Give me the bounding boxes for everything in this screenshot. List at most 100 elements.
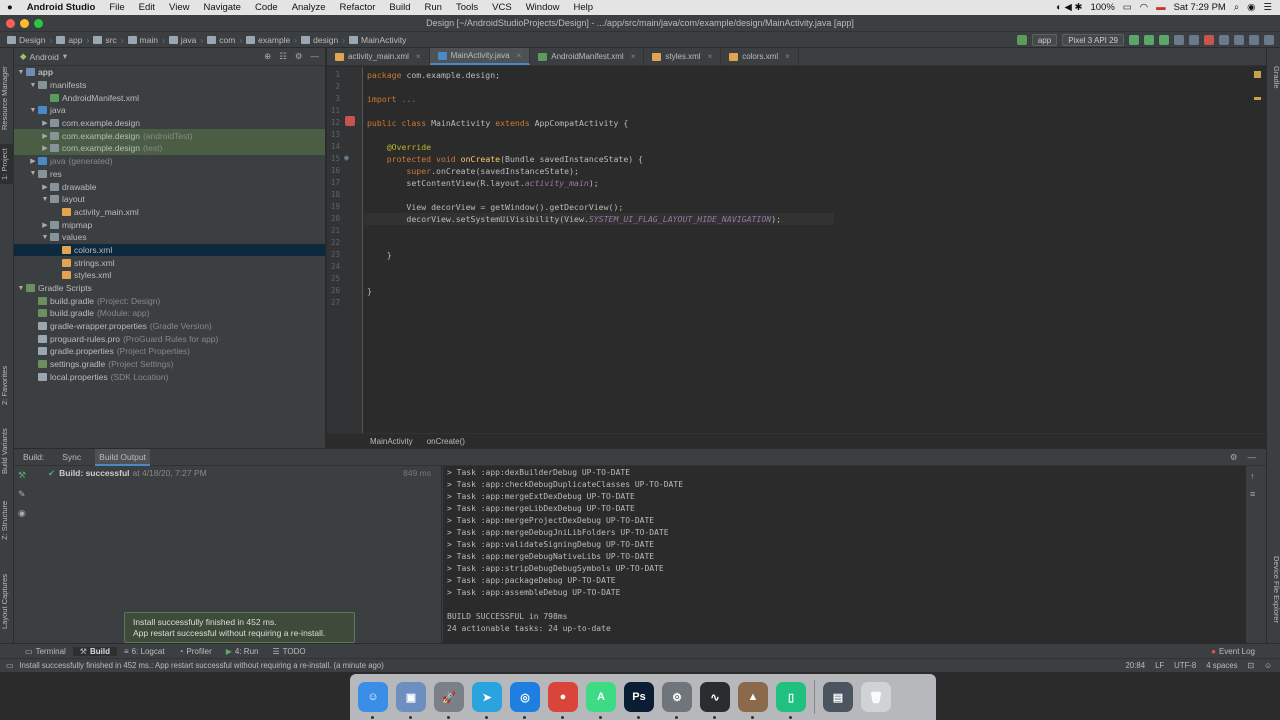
indent-setting[interactable]: 4 spaces (1206, 661, 1237, 670)
hammer-icon[interactable]: ⚒ (18, 470, 26, 481)
search-icon[interactable] (1264, 35, 1274, 45)
breadcrumb-example[interactable]: example (243, 35, 293, 45)
tree-item[interactable]: ▶ java (generated) (14, 155, 325, 168)
sdk-manager-icon[interactable] (1249, 35, 1259, 45)
apply-changes-icon[interactable] (1129, 35, 1139, 45)
tool-todo[interactable]: ☰ TODO (265, 647, 312, 656)
chevron-right-icon[interactable]: ▶ (28, 157, 38, 165)
breadcrumb-design[interactable]: design (298, 35, 341, 45)
tree-item[interactable]: ▼ res (14, 168, 325, 181)
device-select[interactable]: Pixel 3 API 29 (1062, 34, 1124, 46)
chevron-down-icon[interactable]: ▼ (16, 69, 26, 76)
breadcrumb-src[interactable]: src (90, 35, 119, 45)
eye-icon[interactable]: ◉ (18, 508, 26, 519)
chevron-right-icon[interactable]: ▶ (40, 221, 50, 229)
tree-item[interactable]: ▶ com.example.design (androidTest) (14, 129, 325, 143)
menu-run[interactable]: Run (418, 2, 449, 13)
tree-item[interactable]: gradle-wrapper.properties (Gradle Version… (14, 320, 325, 333)
file-encoding[interactable]: UTF-8 (1174, 661, 1196, 670)
tab-project[interactable]: 1: Project (0, 144, 14, 184)
menu-vcs[interactable]: VCS (485, 2, 519, 13)
preview-icon[interactable]: ▣ (396, 682, 426, 719)
attach-debugger-icon[interactable] (1189, 35, 1199, 45)
hide-panel-icon[interactable]: — (1248, 452, 1257, 463)
close-icon[interactable]: × (416, 52, 421, 61)
inspection-marker[interactable] (1254, 71, 1261, 78)
menu-code[interactable]: Code (248, 2, 285, 13)
code-editor[interactable]: package com.example.design; import ... pub… (364, 67, 1266, 433)
avd-manager-icon[interactable] (1234, 35, 1244, 45)
downloads-stack-icon[interactable]: ▤ (823, 682, 853, 712)
gear-icon[interactable]: ⚙ (295, 51, 303, 62)
tab-gradle[interactable]: Gradle (1268, 66, 1280, 96)
breadcrumb-java[interactable]: java (166, 35, 200, 45)
safari-icon[interactable]: ◎ (510, 682, 540, 719)
tab-favorites[interactable]: 2: Favorites (0, 358, 14, 413)
minimize-window-button[interactable] (20, 19, 29, 28)
tree-item[interactable]: ▼ layout (14, 193, 325, 206)
menu-build[interactable]: Build (382, 2, 417, 13)
tab-layout-captures[interactable]: Layout Captures (0, 566, 14, 636)
chevron-right-icon[interactable]: ▶ (40, 144, 50, 152)
menu-tools[interactable]: Tools (449, 2, 485, 13)
maximize-window-button[interactable] (34, 19, 43, 28)
inspector-icon[interactable]: ☺ (1264, 661, 1272, 670)
status-message[interactable]: Install successfully finished in 452 ms.… (19, 661, 383, 670)
editor-tab[interactable]: AndroidManifest.xml × (530, 48, 645, 65)
debug-icon[interactable] (1159, 35, 1169, 45)
stop-icon[interactable] (1204, 35, 1214, 45)
input-source-flag-icon[interactable]: ▬ (1156, 2, 1166, 13)
tree-item[interactable]: proguard-rules.pro (ProGuard Rules for ap… (14, 332, 325, 345)
tree-item[interactable]: ▶ com.example.design (test) (14, 142, 325, 155)
locate-icon[interactable]: ⊕ (264, 51, 271, 62)
breadcrumb-class[interactable]: MainActivity (370, 437, 413, 446)
tree-item[interactable]: styles.xml (14, 269, 325, 282)
tree-item[interactable]: build.gradle (Module: app) (14, 307, 325, 320)
tree-item[interactable]: ▼ manifests (14, 79, 325, 92)
status-toggle-icon[interactable]: ▭ (0, 661, 19, 670)
spotlight-icon[interactable]: ⌕ (1234, 2, 1239, 13)
launchpad-icon[interactable]: 🚀 (434, 682, 464, 719)
chevron-right-icon[interactable]: ▶ (40, 183, 50, 191)
chevron-down-icon[interactable]: ▼ (28, 82, 38, 89)
menu-analyze[interactable]: Analyze (285, 2, 333, 13)
tree-item[interactable]: gradle.properties (Project Properties) (14, 345, 325, 358)
run-icon[interactable] (1144, 35, 1154, 45)
finder-icon[interactable]: ☺ (358, 682, 388, 719)
tree-item[interactable]: ▶ com.example.design (14, 117, 325, 130)
status-icons[interactable]: ◐ ◀ ✱ (1056, 2, 1082, 13)
clock[interactable]: Sat 7:29 PM (1174, 2, 1226, 13)
editor-tab[interactable]: styles.xml × (644, 48, 722, 65)
chevron-down-icon[interactable]: ▼ (40, 196, 50, 203)
tree-item[interactable]: ▶ mipmap (14, 218, 325, 231)
tree-item[interactable]: AndroidManifest.xml (14, 91, 325, 104)
battery-icon[interactable]: ▭ (1123, 2, 1132, 13)
photoshop-icon[interactable]: Ps (624, 682, 654, 719)
class-marker-icon[interactable] (345, 116, 355, 126)
tab-sync[interactable]: Sync (58, 449, 85, 466)
chevron-down-icon[interactable]: ▼ (28, 107, 38, 114)
battery-text[interactable]: 100% (1090, 2, 1114, 13)
tree-item[interactable]: activity_main.xml (14, 206, 325, 219)
menu-edit[interactable]: Edit (132, 2, 162, 13)
tree-item[interactable]: ▼ values (14, 231, 325, 244)
close-icon[interactable]: × (517, 51, 522, 60)
tab-build-output[interactable]: Build Output (95, 448, 150, 466)
tab-structure[interactable]: Z: Structure (0, 498, 14, 543)
android-file-transfer-icon[interactable]: ▲ (738, 682, 768, 719)
breadcrumb-com[interactable]: com (204, 35, 238, 45)
tool-terminal[interactable]: ▭ Terminal (18, 647, 73, 656)
menu-file[interactable]: File (102, 2, 131, 13)
build-status-row[interactable]: ✔ Build: successful at 4/18/20, 7:27 PM … (32, 466, 441, 480)
tab-resource-manager[interactable]: Resource Manager (0, 58, 14, 138)
breadcrumb-mainactivity[interactable]: MainActivity (346, 35, 409, 45)
tree-item[interactable]: ▼ Gradle Scripts (14, 282, 325, 295)
tree-item[interactable]: ▼ java (14, 104, 325, 117)
editor-tab[interactable]: activity_main.xml × (327, 48, 430, 65)
tool-event-log[interactable]: ● Event Log (1204, 647, 1262, 656)
editor-tab[interactable]: colors.xml × (721, 48, 799, 65)
breadcrumb-method[interactable]: onCreate() (427, 437, 465, 446)
chevron-right-icon[interactable]: ▶ (40, 132, 50, 140)
tree-item[interactable]: settings.gradle (Project Settings) (14, 358, 325, 371)
soft-wrap-icon[interactable]: ≡ (1250, 489, 1255, 499)
